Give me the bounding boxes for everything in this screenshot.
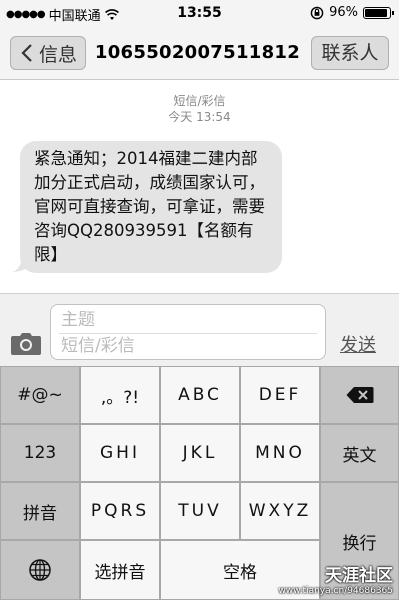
message-timestamp: 今天 13:54 — [168, 110, 231, 124]
key-def[interactable]: DEF — [240, 366, 320, 424]
watermark-url: www.tianya.cn/94686365 — [278, 586, 393, 596]
contacts-button[interactable]: 联系人 — [311, 36, 389, 70]
conversation-title: 1065502007511812 — [94, 42, 301, 63]
watermark-site: 天涯社区 — [325, 566, 393, 586]
camera-button[interactable] — [10, 330, 42, 356]
thread-header: 短信/彩信 今天 13:54 — [0, 93, 399, 125]
key-ghi[interactable]: GHI — [80, 424, 160, 482]
battery-icon — [363, 6, 394, 19]
bubble-tail — [12, 258, 32, 272]
delete-icon — [346, 387, 373, 403]
message-input[interactable]: 短信/彩信 — [61, 335, 316, 357]
send-button[interactable]: 发送 — [340, 331, 376, 357]
key-jkl[interactable]: JKL — [160, 424, 240, 482]
battery-percent: 96% — [329, 5, 358, 20]
camera-icon — [11, 333, 41, 355]
compose-field: 主题 短信/彩信 — [50, 304, 326, 360]
back-button[interactable]: 信息 — [10, 36, 86, 70]
key-mno[interactable]: MNO — [240, 424, 320, 482]
key-tuv[interactable]: TUV — [160, 482, 240, 540]
key-abc[interactable]: ABC — [160, 366, 240, 424]
subject-input[interactable]: 主题 — [61, 309, 316, 331]
rotation-lock-icon — [310, 6, 324, 20]
back-button-label: 信息 — [39, 43, 78, 66]
key-numbers[interactable]: 123 — [0, 424, 80, 482]
key-pqrs[interactable]: PQRS — [80, 482, 160, 540]
key-punctuation[interactable]: ,。?! — [80, 366, 160, 424]
globe-icon — [29, 559, 51, 581]
chevron-left-icon — [21, 44, 33, 62]
incoming-message-bubble[interactable]: 紧急通知；2014福建二建内部加分正式启动，成绩国家认可，官网可直接查询，可拿证… — [20, 141, 282, 273]
field-divider — [59, 333, 317, 334]
nav-bar: 信息 1065502007511812 联系人 — [0, 26, 399, 80]
key-wxyz[interactable]: WXYZ — [240, 482, 320, 540]
delete-key[interactable] — [320, 366, 399, 424]
watermark: 天涯社区 www.tianya.cn/94686365 — [278, 561, 393, 596]
globe-key[interactable] — [0, 540, 80, 600]
key-select-pinyin[interactable]: 选拼音 — [80, 540, 160, 600]
battery-fill — [365, 8, 387, 17]
compose-bar: 主题 短信/彩信 发送 — [0, 293, 399, 366]
key-symbols[interactable]: #@~ — [0, 366, 80, 424]
message-type-label: 短信/彩信 — [173, 94, 226, 108]
key-pinyin[interactable]: 拼音 — [0, 482, 80, 540]
key-english[interactable]: 英文 — [320, 424, 399, 482]
message-thread[interactable]: 短信/彩信 今天 13:54 紧急通知；2014福建二建内部加分正式启动，成绩国… — [0, 81, 399, 293]
status-bar: ●●●●● 中国联通 13:55 96% — [0, 0, 399, 26]
status-right: 96% — [310, 5, 394, 20]
